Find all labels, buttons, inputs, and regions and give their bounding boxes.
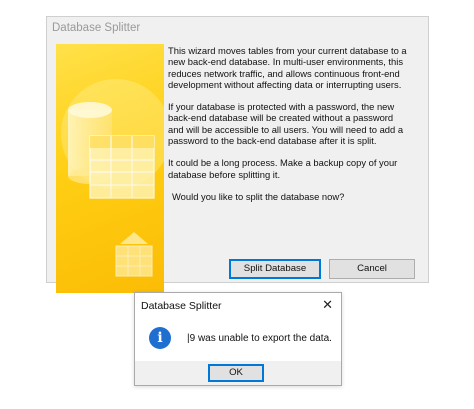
close-icon[interactable]: ✕ [322,297,333,313]
message-box-title: Database Splitter [141,300,222,312]
message-box-titlebar: Database Splitter ✕ [135,293,341,319]
cancel-button[interactable]: Cancel [329,259,415,279]
wizard-illustration [56,44,164,293]
error-message-box: Database Splitter ✕ i |9 was unable to e… [134,292,342,386]
wizard-title: Database Splitter [52,22,141,34]
message-box-body: i |9 was unable to export the data. [135,319,341,361]
wizard-paragraph-intro: This wizard moves tables from your curre… [168,45,407,90]
ok-button[interactable]: OK [208,364,264,382]
info-icon: i [149,327,171,349]
wizard-paragraph-password: If your database is protected with a pas… [168,101,404,147]
wizard-question: Would you like to split the database now… [172,190,345,202]
database-splitter-wizard: Database Splitter This wizard moves tabl… [46,16,429,293]
message-text: |9 was unable to export the data. [187,333,332,344]
database-table-illustration-icon [61,79,164,277]
wizard-paragraph-backup: It could be a long process. Make a backu… [168,157,398,180]
wizard-description: This wizard moves tables from your curre… [168,45,408,213]
split-database-button[interactable]: Split Database [229,259,321,279]
